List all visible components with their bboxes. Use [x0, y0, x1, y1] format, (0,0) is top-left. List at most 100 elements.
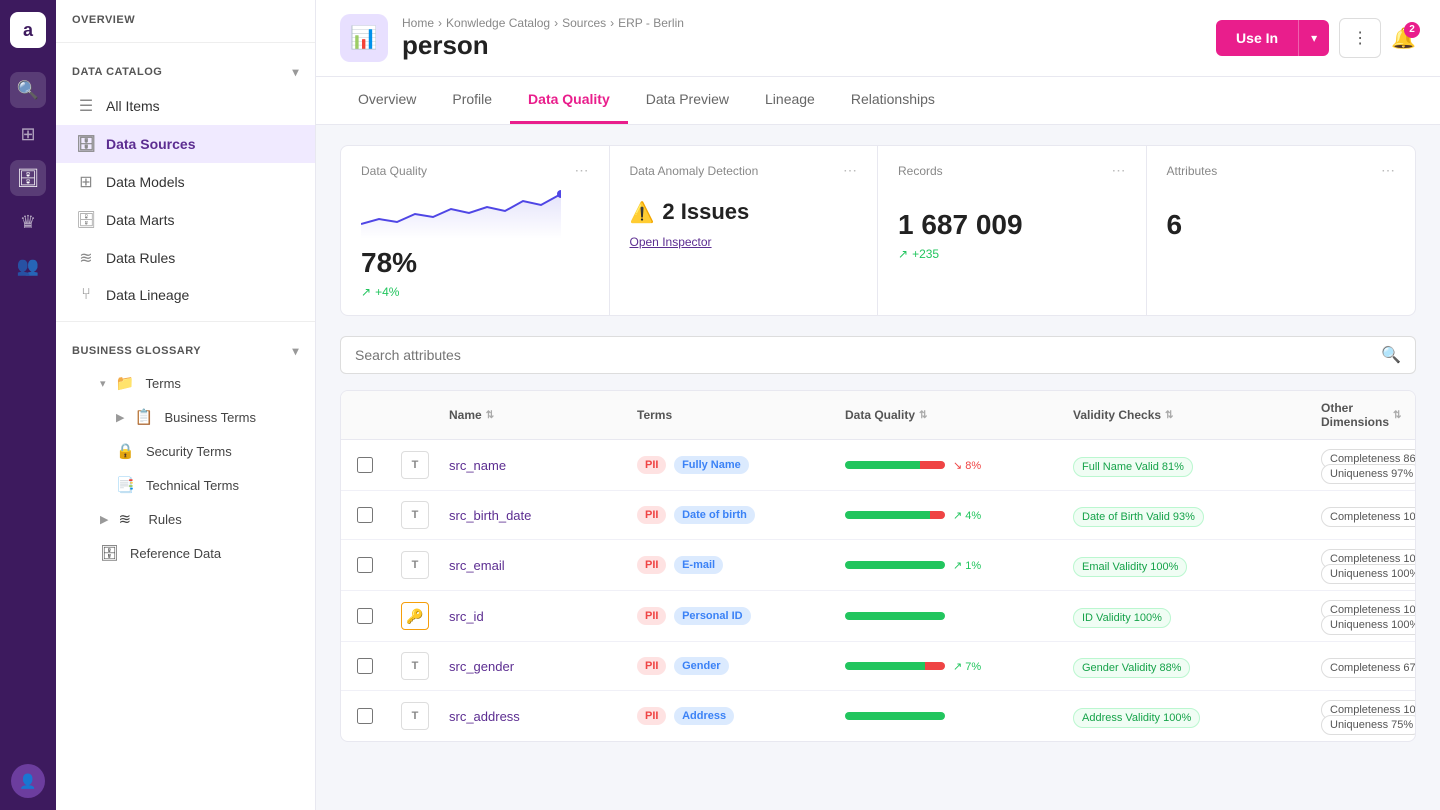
sidebar-item-reference-data[interactable]: 🗄 Reference Data [56, 536, 315, 570]
reference-data-icon: 🗄 [100, 544, 120, 562]
header-name-col[interactable]: Name ⇅ [449, 408, 629, 422]
search-icon: 🔍 [1381, 345, 1401, 365]
breadcrumb-erp-berlin[interactable]: ERP - Berlin [618, 16, 684, 30]
sidebar-item-data-rules[interactable]: ≋ Data Rules [56, 239, 315, 277]
header-right: Use In ▾ ⋮ 🔔 2 [1216, 18, 1416, 58]
all-items-icon: ☰ [76, 96, 96, 116]
term-tag-src-address: Address [674, 707, 734, 725]
row-checkbox-src-id[interactable] [357, 608, 373, 624]
terms-col-src-address: PII Address [637, 707, 837, 725]
pii-tag-src-id: PII [637, 607, 666, 625]
nav-users-icon[interactable]: 👥 [10, 248, 46, 284]
search-input[interactable] [355, 347, 1371, 363]
dim-uniqueness-src-email: Uniqueness 100% [1321, 564, 1416, 584]
nav-crown-icon[interactable]: ♛ [10, 204, 46, 240]
data-models-icon: ⊞ [76, 172, 96, 192]
page-header: 📊 Home › Konwledge Catalog › Sources › E… [316, 0, 1440, 77]
tab-profile[interactable]: Profile [434, 77, 510, 124]
sidebar-item-data-models[interactable]: ⊞ Data Models [56, 163, 315, 201]
tab-data-quality[interactable]: Data Quality [510, 77, 628, 124]
more-options-button[interactable]: ⋮ [1339, 18, 1381, 58]
pii-tag-src-address: PII [637, 707, 666, 725]
metric-more-records[interactable]: ⋯ [1112, 162, 1126, 179]
dim-uniqueness-src-name: Uniqueness 97% [1321, 464, 1416, 484]
metric-more-dq[interactable]: ⋯ [575, 162, 589, 179]
sidebar-divider-2 [56, 321, 315, 322]
field-name-src-address[interactable]: src_address [449, 709, 629, 724]
nav-search-icon[interactable]: 🔍 [10, 72, 46, 108]
field-name-src-id[interactable]: src_id [449, 609, 629, 624]
terms-col-src-id: PII Personal ID [637, 607, 837, 625]
sidebar-item-security-terms[interactable]: 🔒 Security Terms [56, 434, 315, 468]
field-name-src-email[interactable]: src_email [449, 558, 629, 573]
tab-relationships[interactable]: Relationships [833, 77, 953, 124]
validity-col-src-email: Email Validity 100% [1073, 558, 1313, 573]
use-in-button[interactable]: Use In [1216, 20, 1298, 56]
sidebar-item-business-terms[interactable]: ▶ 📋 Business Terms [56, 400, 315, 434]
breadcrumb-home[interactable]: Home [402, 16, 434, 30]
row-checkbox-src-name[interactable] [357, 457, 373, 473]
row-checkbox-src-address[interactable] [357, 708, 373, 724]
header-dims-col[interactable]: Other Dimensions ⇅ [1321, 401, 1401, 429]
row-checkbox-src-birth-date[interactable] [357, 507, 373, 523]
quality-col-src-birth-date: ↗ 4% [845, 509, 1065, 522]
sidebar-data-catalog-header[interactable]: DATA CATALOG ▾ [56, 51, 315, 87]
business-glossary-chevron-icon[interactable]: ▾ [292, 344, 299, 358]
open-inspector-link[interactable]: Open Inspector [630, 233, 858, 251]
row-checkbox-src-gender[interactable] [357, 658, 373, 674]
quality-col-src-gender: ↗ 7% [845, 660, 1065, 673]
user-avatar[interactable]: 👤 [11, 764, 45, 798]
nav-overview-icon[interactable]: ⊞ [10, 116, 46, 152]
term-tag-src-id: Personal ID [674, 607, 751, 625]
dims-col-src-email: Completeness 100% Uniqueness 100% [1321, 550, 1416, 580]
sidebar-item-technical-terms[interactable]: 📑 Technical Terms [56, 468, 315, 502]
rules-label: Rules [148, 512, 181, 527]
tab-lineage[interactable]: Lineage [747, 77, 833, 124]
metric-card-header-dq: Data Quality ⋯ [361, 162, 589, 179]
use-in-chevron-button[interactable]: ▾ [1298, 20, 1329, 56]
sidebar-item-terms[interactable]: ▾ 📁 Terms [56, 366, 315, 400]
sidebar-item-data-lineage[interactable]: ⑂ Data Lineage [56, 277, 315, 313]
quality-bar-src-id [845, 612, 945, 620]
field-name-src-gender[interactable]: src_gender [449, 659, 629, 674]
metric-more-attrs[interactable]: ⋯ [1381, 162, 1395, 179]
business-terms-expand-icon[interactable]: ▶ [116, 411, 124, 424]
rules-expand-icon[interactable]: ▶ [100, 513, 108, 526]
terms-label: Terms [146, 376, 181, 391]
sidebar-business-glossary-header[interactable]: BUSINESS GLOSSARY ▾ [56, 330, 315, 366]
sidebar-item-data-marts[interactable]: 🗄 Data Marts [56, 201, 315, 239]
validity-col-src-gender: Gender Validity 88% [1073, 659, 1313, 674]
type-icon-src-birth-date: T [401, 501, 429, 529]
table-row: T src_name PII Fully Name ↘ 8% Full Name… [341, 440, 1415, 491]
breadcrumb-sep-2: › [554, 16, 558, 30]
dims-col-src-name: Completeness 86% Uniqueness 97% [1321, 450, 1416, 480]
tabs-bar: Overview Profile Data Quality Data Previ… [316, 77, 1440, 125]
warning-icon: ⚠️ [630, 200, 655, 225]
terms-expand-icon[interactable]: ▾ [100, 377, 106, 390]
sidebar-item-all-items[interactable]: ☰ All Items [56, 87, 315, 125]
metric-more-anomaly[interactable]: ⋯ [843, 162, 857, 179]
sidebar-item-rules[interactable]: ▶ ≋ Rules [56, 502, 315, 536]
dim-uniqueness-src-address: Uniqueness 75% [1321, 715, 1416, 735]
field-name-src-name[interactable]: src_name [449, 458, 629, 473]
open-inspector-text[interactable]: Open Inspector [630, 235, 712, 249]
trend-up-icon-dq: ↗ [361, 285, 371, 299]
header-quality-col[interactable]: Data Quality ⇅ [845, 408, 1065, 422]
row-checkbox-src-email[interactable] [357, 557, 373, 573]
header-validity-col[interactable]: Validity Checks ⇅ [1073, 408, 1313, 422]
nav-catalog-icon[interactable]: 🗄 [10, 160, 46, 196]
header-validity-label: Validity Checks [1073, 408, 1161, 422]
breadcrumb-konwledge-catalog[interactable]: Konwledge Catalog [446, 16, 550, 30]
tab-data-preview[interactable]: Data Preview [628, 77, 747, 124]
sidebar-item-data-sources[interactable]: 🗄 Data Sources [56, 125, 315, 163]
quality-trend-src-birth-date: ↗ 4% [953, 509, 981, 522]
quality-bar-green-src-email [845, 561, 945, 569]
notifications-button[interactable]: 🔔 2 [1391, 26, 1416, 51]
tab-overview[interactable]: Overview [340, 77, 434, 124]
data-sources-label: Data Sources [106, 136, 195, 152]
data-catalog-chevron-icon[interactable]: ▾ [292, 65, 299, 79]
field-name-src-birth-date[interactable]: src_birth_date [449, 508, 629, 523]
breadcrumb-sources[interactable]: Sources [562, 16, 606, 30]
metric-cards: Data Quality ⋯ [340, 145, 1416, 316]
business-terms-icon: 📋 [134, 408, 154, 426]
